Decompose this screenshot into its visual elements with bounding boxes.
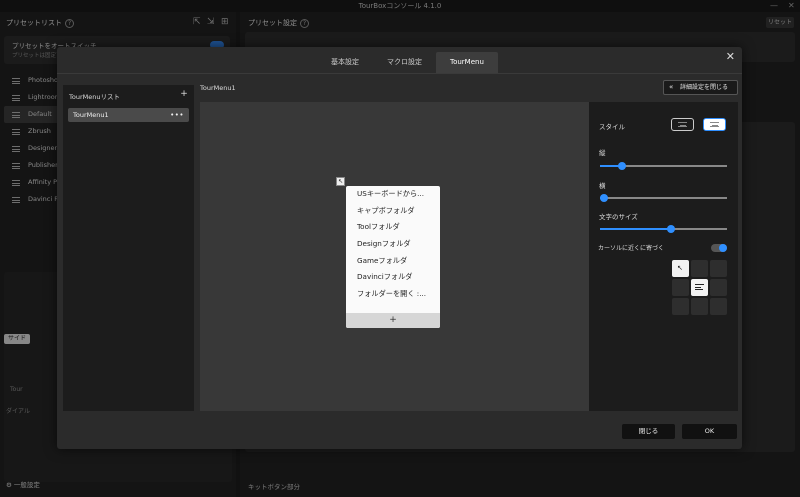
add-menu-item-button[interactable]: + (346, 313, 440, 328)
menu-preview-icon (695, 284, 704, 291)
tab-basic[interactable]: 基本設定 (317, 52, 373, 73)
position-cell[interactable] (691, 260, 708, 277)
preview-menu-item[interactable]: USキーボードから... (346, 186, 440, 203)
preview-menu-item[interactable]: Gameフォルダ (346, 253, 440, 270)
tab-divider (57, 73, 742, 74)
close-advanced-button[interactable]: « 詳細設定を閉じる (663, 80, 738, 95)
position-cell[interactable] (710, 279, 727, 296)
width-slider[interactable] (599, 194, 727, 202)
dialog-close-icon[interactable]: ✕ (726, 50, 735, 63)
preview-menu-item[interactable]: Davinciフォルダ (346, 269, 440, 286)
slider-knob[interactable] (667, 225, 676, 233)
font-size-slider[interactable] (600, 225, 727, 233)
style-label: スタイル (599, 123, 625, 131)
font-size-label: 文字のサイズ (599, 213, 638, 221)
style-option-light[interactable] (703, 118, 726, 131)
menu-style-icon (678, 122, 687, 127)
follow-cursor-label: カーソルに近くに寄づく (598, 245, 665, 252)
slider-knob[interactable] (599, 194, 608, 202)
tourmenu-item-label: TourMenu1 (73, 111, 109, 119)
position-cell[interactable] (691, 279, 708, 296)
position-cell[interactable] (691, 298, 708, 315)
cursor-icon: ↖ (336, 177, 345, 186)
close-advanced-label: 詳細設定を閉じる (680, 84, 729, 91)
follow-cursor-toggle[interactable] (711, 244, 727, 252)
height-label: 縦 (599, 149, 606, 157)
menu-style-icon (710, 122, 719, 127)
more-options-icon[interactable]: ••• (170, 108, 184, 122)
tab-bar: 基本設定 マクロ設定 TourMenu (317, 52, 498, 73)
chevron-left-icon: « (669, 83, 674, 91)
position-cell[interactable]: ↖ (672, 260, 689, 277)
menu-preview-area: ↖ USキーボードから... キャプボフォルダ Toolフォルダ Designフォルダ… (200, 102, 589, 411)
advanced-settings-panel: スタイル 縦 横 文字のサイズ カーソルに近くに寄づく ↖ (589, 102, 738, 411)
slider-knob[interactable] (617, 162, 626, 170)
tourmenu-list-title: TourMenuリスト (69, 93, 120, 101)
preview-menu-item[interactable]: キャプボフォルダ (346, 203, 440, 220)
tab-tourmenu[interactable]: TourMenu (436, 52, 498, 73)
style-option-dark[interactable] (671, 118, 694, 131)
preview-popup-menu: USキーボードから... キャプボフォルダ Toolフォルダ Designフォルダ Ga… (346, 186, 440, 328)
position-cell[interactable] (672, 279, 689, 296)
close-button[interactable]: 閉じる (622, 424, 675, 439)
tourmenu-list-item[interactable]: TourMenu1 ••• (68, 108, 189, 122)
ok-button[interactable]: OK (682, 424, 737, 439)
position-grid: ↖ (672, 260, 727, 315)
height-slider[interactable] (600, 162, 727, 170)
add-tourmenu-button[interactable]: + (180, 90, 188, 99)
editor-title: TourMenu1 (200, 84, 236, 92)
tourmenu-list-panel: TourMenuリスト + TourMenu1 ••• (63, 85, 194, 411)
preview-menu-item[interactable]: フォルダーを開く :... (346, 286, 440, 303)
position-cell[interactable] (672, 298, 689, 315)
preview-menu-item[interactable]: Toolフォルダ (346, 219, 440, 236)
position-cell[interactable] (710, 298, 727, 315)
tab-macro[interactable]: マクロ設定 (373, 52, 436, 73)
preview-menu-item[interactable]: Designフォルダ (346, 236, 440, 253)
cursor-arrow-icon: ↖ (677, 264, 683, 272)
tourmenu-dialog: 基本設定 マクロ設定 TourMenu ✕ TourMenuリスト + Tour… (57, 47, 742, 449)
width-label: 横 (599, 182, 606, 190)
position-cell[interactable] (710, 260, 727, 277)
